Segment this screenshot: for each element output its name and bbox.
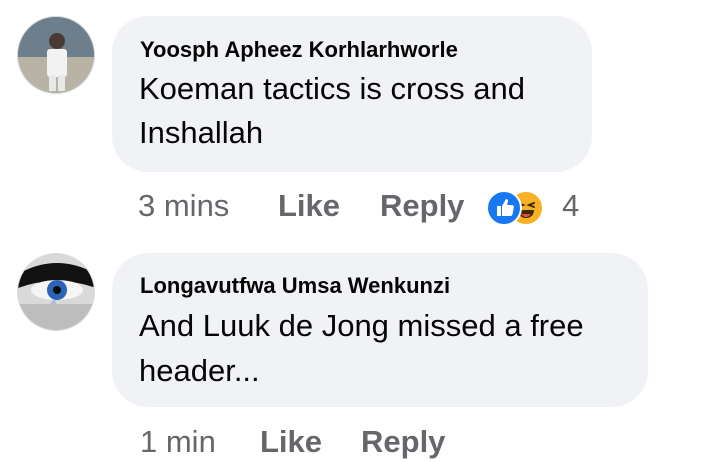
- reply-button[interactable]: Reply: [361, 424, 445, 460]
- comment-2: Longavutfwa Umsa Wenkunzi And Luuk de Jo…: [0, 0, 720, 462]
- comment-author[interactable]: Longavutfwa Umsa Wenkunzi: [140, 273, 450, 299]
- commenter-avatar[interactable]: [17, 253, 95, 331]
- comment-timestamp[interactable]: 1 min: [140, 424, 216, 460]
- comment-actions: 1 min Like Reply: [0, 424, 720, 462]
- like-button[interactable]: Like: [260, 424, 322, 460]
- comment-text-line-2: header...: [139, 353, 260, 388]
- comment-text-line-1: And Luuk de Jong missed a free: [139, 308, 584, 343]
- like-reaction-icon: [486, 190, 522, 226]
